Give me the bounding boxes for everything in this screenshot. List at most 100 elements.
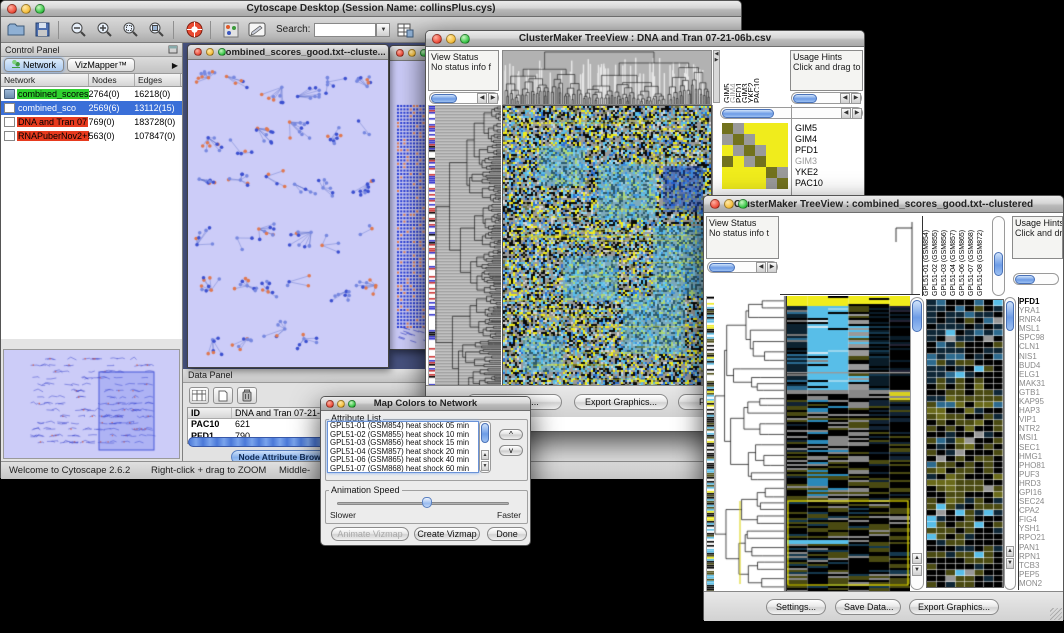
zoomed-heatmap-canvas[interactable] — [926, 299, 1004, 588]
slider-thumb[interactable] — [422, 497, 432, 508]
network-list-row[interactable]: RNAPuberNov2+!563(0)107847(0) — [1, 129, 182, 143]
scrollbar-thumb[interactable] — [481, 423, 489, 443]
node-attributes-icon[interactable] — [189, 387, 209, 404]
mini-heatmap-cell[interactable] — [777, 123, 788, 134]
mini-heatmap-cell[interactable] — [733, 123, 744, 134]
network-window1-title-bar[interactable]: combined_scores_good.txt--cluste... — [188, 45, 388, 60]
attribute-table-col-id[interactable]: ID — [188, 408, 232, 418]
minimize-button[interactable] — [446, 34, 456, 44]
attribute-list[interactable]: GPL51-01 (GSM854) heat shock 05 minGPL51… — [327, 421, 479, 473]
mini-heatmap-cell[interactable] — [766, 134, 777, 145]
usage-hints-scrollbar[interactable]: ◀ ▶ — [791, 92, 862, 104]
gene-label[interactable]: PUF3 — [1019, 470, 1063, 479]
mini-heatmap-cell[interactable] — [777, 134, 788, 145]
scroll-left-arrow[interactable]: ◀ — [840, 93, 850, 104]
gene-label[interactable]: MSI1 — [1019, 433, 1063, 442]
mini-heatmap-cell[interactable] — [722, 156, 733, 167]
minimize-button[interactable] — [21, 4, 31, 14]
scroll-up-arrow[interactable]: ▲ — [1006, 546, 1014, 557]
gene-label[interactable]: KAP95 — [1019, 397, 1063, 406]
mini-heatmap-cell[interactable] — [744, 134, 755, 145]
mini-heatmap-cell[interactable] — [744, 156, 755, 167]
save-data-button[interactable]: Save Data... — [835, 599, 901, 615]
scroll-right-arrow[interactable]: ▶ — [488, 93, 498, 104]
zoom-button[interactable] — [460, 34, 470, 44]
zoom-button[interactable] — [35, 4, 45, 14]
search-input[interactable] — [314, 23, 376, 37]
gene-label[interactable]: YSH1 — [1019, 524, 1063, 533]
mini-heatmap-cell[interactable] — [733, 145, 744, 156]
mini-heatmap-cell[interactable] — [722, 167, 733, 178]
heatmap-canvas[interactable] — [786, 296, 910, 591]
scroll-left-arrow[interactable]: ◀ — [841, 108, 851, 119]
minimize-button[interactable] — [206, 48, 214, 56]
similarity-mini-heatmap[interactable] — [722, 123, 788, 189]
gene-label[interactable]: ELG1 — [1019, 370, 1063, 379]
gene-label[interactable]: PHO81 — [1019, 461, 1063, 470]
mini-heatmap-cell[interactable] — [733, 134, 744, 145]
gene-label[interactable]: TCB3 — [1019, 561, 1063, 570]
gene-label[interactable]: GIM4 — [795, 134, 863, 145]
network-overview-panel[interactable] — [3, 349, 180, 459]
mini-heatmap-cell[interactable] — [766, 156, 777, 167]
annotation-icon[interactable] — [246, 20, 268, 40]
move-up-button[interactable]: ^ — [499, 429, 523, 440]
zoom-button[interactable] — [218, 48, 226, 56]
usage-hints-scrollbar[interactable] — [1013, 273, 1059, 285]
gene-label[interactable]: VIP1 — [1019, 415, 1063, 424]
treeview1-title-bar[interactable]: ClusterMaker TreeView : DNA and Tran 07-… — [426, 31, 864, 47]
gene-dendrogram-canvas[interactable] — [714, 296, 786, 591]
mini-heatmap-cell[interactable] — [733, 156, 744, 167]
gene-label[interactable]: NTR2 — [1019, 424, 1063, 433]
scrollbar-thumb[interactable] — [431, 94, 457, 103]
mini-heatmap-cell[interactable] — [755, 123, 766, 134]
mini-heatmap-cell[interactable] — [722, 145, 733, 156]
gene-label[interactable]: RPO21 — [1019, 533, 1063, 542]
scroll-left-arrow[interactable]: ◀ — [477, 93, 487, 104]
delete-attribute-icon[interactable] — [237, 387, 257, 404]
zoom-in-icon[interactable] — [94, 20, 116, 40]
mini-heatmap-cell[interactable] — [755, 178, 766, 189]
open-folder-icon[interactable] — [5, 20, 27, 40]
gene-label[interactable]: HRD3 — [1019, 479, 1063, 488]
gene-label[interactable]: GIM3 — [795, 156, 863, 167]
gene-label[interactable]: GIM5 — [795, 123, 863, 134]
column-dendrogram-canvas[interactable] — [502, 50, 712, 105]
zoom-panel-v-scrollbar[interactable] — [992, 216, 1005, 296]
scroll-down-arrow[interactable]: ▼ — [481, 461, 489, 471]
mini-heatmap-cell[interactable] — [755, 134, 766, 145]
mini-heatmap-cell[interactable] — [766, 123, 777, 134]
network-list-row[interactable]: DNA and Tran 07769(0)183728(0) — [1, 115, 182, 129]
scroll-right-arrow[interactable]: ▶ — [851, 93, 861, 104]
mini-heatmap-cell[interactable] — [766, 167, 777, 178]
save-icon[interactable] — [31, 20, 53, 40]
network-list-row[interactable]: combined_scores2764(0)16218(0) — [1, 87, 182, 101]
mini-heatmap-cell[interactable] — [722, 123, 733, 134]
scroll-down-arrow[interactable]: ▼ — [1006, 558, 1014, 569]
gene-label[interactable]: MSL1 — [1019, 324, 1063, 333]
export-graphics-button[interactable]: Export Graphics... — [574, 394, 668, 410]
move-down-button[interactable]: v — [499, 445, 523, 456]
mini-heatmap-cell[interactable] — [722, 178, 733, 189]
gene-dendrogram-canvas[interactable] — [435, 105, 501, 401]
gene-label[interactable]: PFD1 — [795, 145, 863, 156]
scrollbar-thumb[interactable] — [994, 252, 1003, 276]
scroll-right-arrow[interactable]: ▶ — [767, 262, 777, 273]
gene-label[interactable]: RNR4 — [1019, 315, 1063, 324]
heatmap-v-scrollbar[interactable]: ▲ ▼ — [910, 297, 924, 590]
gene-label[interactable]: PAN1 — [1019, 543, 1063, 552]
resize-grip[interactable] — [1050, 608, 1062, 620]
scrollbar-thumb[interactable] — [722, 109, 774, 118]
zoom-selected-icon[interactable] — [120, 20, 142, 40]
mini-heatmap-cell[interactable] — [744, 178, 755, 189]
tab-vizmapper[interactable]: VizMapper™ — [67, 58, 135, 72]
gene-label[interactable]: CPA2 — [1019, 506, 1063, 515]
mini-heatmap-cell[interactable] — [777, 156, 788, 167]
vizmapper-icon[interactable] — [220, 20, 242, 40]
gene-label[interactable]: MAK31 — [1019, 379, 1063, 388]
mini-heatmap-cell[interactable] — [722, 134, 733, 145]
gene-label[interactable]: NIS1 — [1019, 352, 1063, 361]
close-button[interactable] — [326, 400, 334, 408]
minimize-button[interactable] — [337, 400, 345, 408]
mini-heatmap-cell[interactable] — [733, 178, 744, 189]
